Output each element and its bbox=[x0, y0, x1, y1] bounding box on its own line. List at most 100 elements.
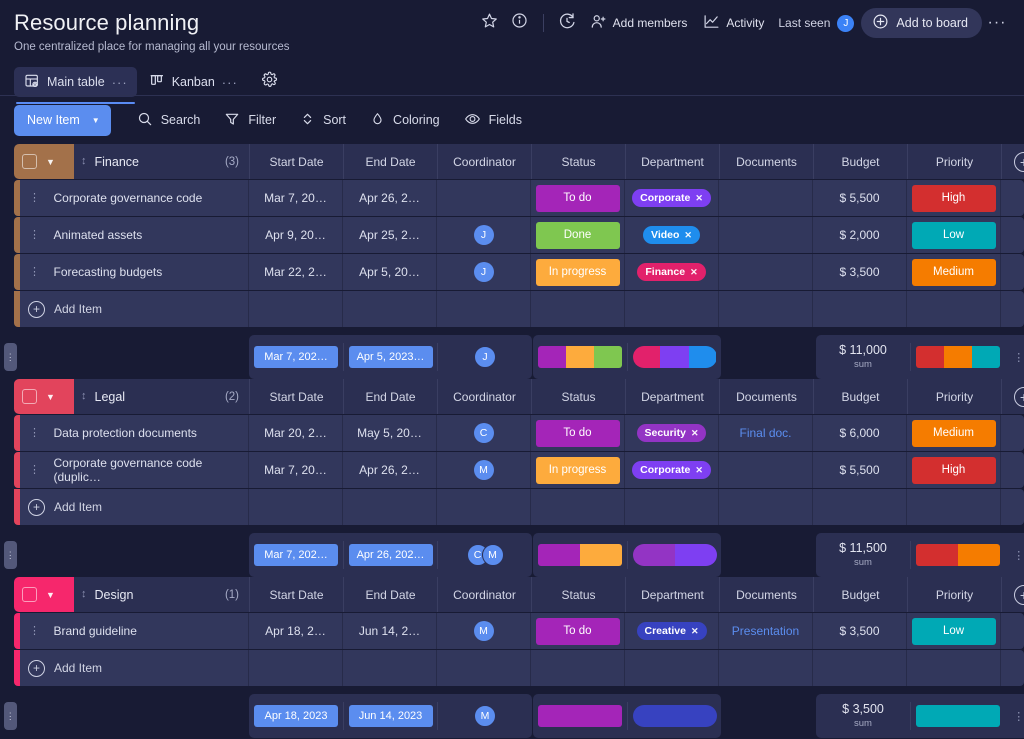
close-icon[interactable]: ✕ bbox=[690, 267, 698, 278]
add-item-row[interactable]: +Add Item bbox=[14, 291, 1024, 327]
summary-status-cell[interactable] bbox=[533, 335, 627, 379]
summary-end-date-cell[interactable]: Jun 14, 2023 bbox=[344, 694, 437, 738]
summary-department-cell[interactable] bbox=[628, 335, 721, 379]
add-column-button[interactable]: + bbox=[1014, 585, 1024, 605]
add-item-row[interactable]: +Add Item bbox=[14, 650, 1024, 686]
cell-budget[interactable]: $ 3,500 bbox=[813, 254, 907, 290]
priority-badge[interactable]: Medium bbox=[912, 259, 996, 286]
summary-priority-cell[interactable] bbox=[911, 533, 1005, 577]
cell-documents[interactable] bbox=[719, 180, 813, 216]
tab-kanban-menu[interactable]: ··· bbox=[222, 76, 238, 89]
summary-status-cell[interactable] bbox=[533, 533, 627, 577]
tab-main-table[interactable]: Main table ··· bbox=[14, 67, 137, 97]
summary-start-date-cell[interactable]: Mar 7, 202… bbox=[249, 335, 343, 379]
activity-button[interactable]: Activity bbox=[695, 10, 772, 36]
cell-priority[interactable]: Low bbox=[907, 217, 1001, 253]
row-name-cell[interactable]: ⋮Forecasting budgets bbox=[20, 254, 249, 290]
column-header-documents[interactable]: Documents bbox=[719, 577, 813, 612]
cell-status[interactable]: Done bbox=[531, 217, 625, 253]
group-collapse-icon[interactable]: ▼ bbox=[46, 157, 55, 167]
department-tag[interactable]: Security✕ bbox=[637, 424, 707, 442]
status-badge[interactable]: To do bbox=[536, 618, 620, 645]
activity-log-button[interactable] bbox=[552, 10, 582, 36]
cell-end-date[interactable]: Jun 14, 2… bbox=[343, 613, 437, 649]
row-menu-button[interactable]: ⋮ bbox=[24, 267, 46, 278]
row-menu-button[interactable]: ⋮ bbox=[24, 465, 46, 476]
department-tag[interactable]: Creative✕ bbox=[637, 622, 707, 640]
board-info-button[interactable] bbox=[505, 10, 535, 36]
views-settings-button[interactable] bbox=[255, 67, 285, 97]
cell-status[interactable]: To do bbox=[531, 415, 625, 451]
cell-coordinator[interactable]: J bbox=[437, 254, 531, 290]
column-header-priority[interactable]: Priority bbox=[907, 144, 1001, 179]
column-header-end-date[interactable]: End Date bbox=[343, 379, 437, 414]
cell-status[interactable]: In progress bbox=[531, 254, 625, 290]
table-row[interactable]: ⋮Forecasting budgetsMar 22, 2…Apr 5, 20…… bbox=[14, 254, 1024, 290]
row-name-cell[interactable]: ⋮Corporate governance code (duplic… bbox=[20, 452, 249, 488]
column-header-start-date[interactable]: Start Date bbox=[249, 379, 343, 414]
column-header-budget[interactable]: Budget bbox=[813, 379, 907, 414]
column-header-status[interactable]: Status bbox=[531, 379, 625, 414]
search-button[interactable]: Search bbox=[127, 105, 211, 135]
summary-start-date-cell[interactable]: Mar 7, 202… bbox=[249, 533, 343, 577]
row-name-cell[interactable]: ⋮Corporate governance code bbox=[20, 180, 249, 216]
column-header-end-date[interactable]: End Date bbox=[343, 577, 437, 612]
close-icon[interactable]: ✕ bbox=[691, 626, 699, 637]
favorite-button[interactable] bbox=[475, 10, 505, 36]
summary-drag-handle[interactable]: ⋮ bbox=[4, 343, 17, 371]
cell-budget[interactable]: $ 2,000 bbox=[813, 217, 907, 253]
cell-coordinator[interactable]: J bbox=[437, 217, 531, 253]
summary-end-date-cell[interactable]: Apr 5, 2023… bbox=[344, 335, 437, 379]
cell-status[interactable]: To do bbox=[531, 613, 625, 649]
avatar[interactable]: M bbox=[474, 460, 494, 480]
column-header-budget[interactable]: Budget bbox=[813, 144, 907, 179]
summary-menu-button[interactable]: ⋮ bbox=[1013, 710, 1024, 723]
cell-end-date[interactable]: Apr 26, 2… bbox=[343, 180, 437, 216]
cell-status[interactable]: In progress bbox=[531, 452, 625, 488]
summary-budget-cell[interactable]: $ 11,000sum bbox=[816, 335, 910, 379]
column-header-status[interactable]: Status bbox=[531, 577, 625, 612]
summary-status-cell[interactable] bbox=[533, 694, 627, 738]
summary-coordinator-cell[interactable]: M bbox=[438, 694, 532, 738]
status-badge[interactable]: Done bbox=[536, 222, 620, 249]
avatar[interactable]: M bbox=[482, 544, 504, 566]
table-row[interactable]: ⋮Animated assetsApr 9, 20…Apr 25, 2…JDon… bbox=[14, 217, 1024, 253]
cell-coordinator[interactable]: M bbox=[437, 452, 531, 488]
row-name-cell[interactable]: ⋮Brand guideline bbox=[20, 613, 249, 649]
cell-start-date[interactable]: Mar 7, 20… bbox=[249, 452, 343, 488]
tab-main-table-menu[interactable]: ··· bbox=[112, 76, 128, 89]
row-menu-button[interactable]: ⋮ bbox=[24, 626, 46, 637]
cell-department[interactable]: Corporate✕ bbox=[625, 452, 719, 488]
cell-documents[interactable] bbox=[719, 254, 813, 290]
close-icon[interactable]: ✕ bbox=[684, 230, 692, 241]
column-header-coordinator[interactable]: Coordinator bbox=[437, 379, 531, 414]
cell-start-date[interactable]: Apr 18, 2… bbox=[249, 613, 343, 649]
row-name-cell[interactable]: ⋮Data protection documents bbox=[20, 415, 249, 451]
avatar[interactable]: M bbox=[474, 621, 494, 641]
table-row[interactable]: ⋮Brand guidelineApr 18, 2…Jun 14, 2… M To … bbox=[14, 613, 1024, 649]
avatar[interactable]: M bbox=[474, 705, 496, 727]
status-badge[interactable]: In progress bbox=[536, 457, 620, 484]
cell-start-date[interactable]: Mar 7, 20… bbox=[249, 180, 343, 216]
group-title-cell[interactable]: ↕Legal(2) bbox=[74, 379, 249, 414]
document-link[interactable]: Presentation bbox=[732, 624, 799, 638]
department-tag[interactable]: Corporate✕ bbox=[632, 461, 711, 479]
cell-start-date[interactable]: Mar 20, 2… bbox=[249, 415, 343, 451]
group-checkbox[interactable] bbox=[22, 389, 37, 404]
summary-menu-cell[interactable]: ⋮ bbox=[1005, 335, 1024, 379]
status-badge[interactable]: To do bbox=[536, 185, 620, 212]
column-header-documents[interactable]: Documents bbox=[719, 144, 813, 179]
group-collapse-icon[interactable]: ▼ bbox=[46, 392, 55, 402]
column-header-start-date[interactable]: Start Date bbox=[249, 144, 343, 179]
column-header-coordinator[interactable]: Coordinator bbox=[437, 577, 531, 612]
avatar[interactable]: J bbox=[474, 262, 494, 282]
priority-badge[interactable]: Low bbox=[912, 618, 996, 645]
summary-coordinator-cell[interactable]: CM bbox=[438, 533, 532, 577]
avatar[interactable]: J bbox=[474, 346, 496, 368]
filter-button[interactable]: Filter bbox=[214, 105, 286, 135]
tab-kanban[interactable]: Kanban ··· bbox=[139, 67, 247, 97]
cell-priority[interactable]: High bbox=[907, 180, 1001, 216]
group-drag-handle[interactable]: ↕ bbox=[81, 156, 87, 167]
column-header-status[interactable]: Status bbox=[531, 144, 625, 179]
priority-badge[interactable]: High bbox=[912, 457, 996, 484]
